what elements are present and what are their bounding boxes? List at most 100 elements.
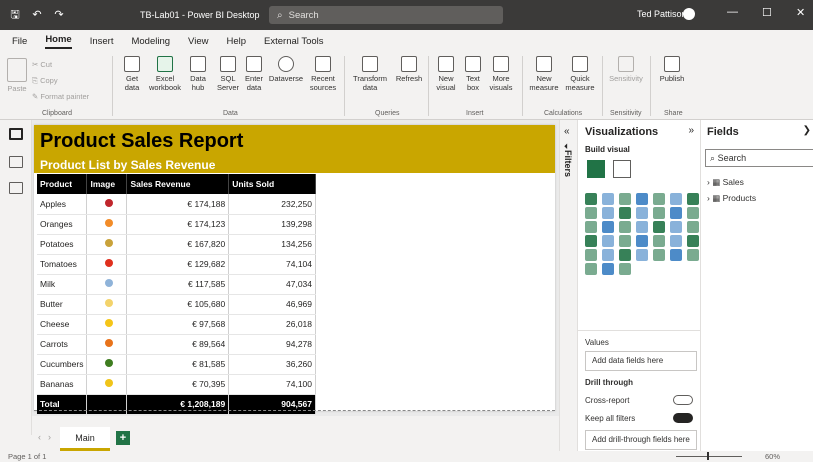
- menu-view[interactable]: View: [188, 36, 208, 47]
- visual-type-icon[interactable]: [670, 235, 682, 247]
- menu-help[interactable]: Help: [226, 36, 246, 47]
- close-icon[interactable]: ✕: [796, 6, 805, 19]
- table-row[interactable]: Tomatoes € 129,682 74,104: [37, 254, 316, 275]
- tab-main[interactable]: Main: [60, 427, 110, 451]
- zoom-slider[interactable]: [676, 456, 742, 457]
- filters-pane[interactable]: « ⏴ Filters: [559, 120, 577, 455]
- cut-button[interactable]: ✂ Cut: [32, 60, 52, 69]
- visual-type-icon[interactable]: [670, 193, 682, 205]
- close-fields-icon[interactable]: ❯: [803, 125, 811, 136]
- save-icon[interactable]: 🖫: [8, 8, 22, 22]
- more-visuals-button[interactable]: More visuals: [486, 56, 516, 92]
- visual-type-icon[interactable]: [619, 249, 631, 261]
- cross-report-toggle[interactable]: [673, 395, 693, 405]
- report-view-icon[interactable]: [9, 128, 23, 140]
- recent-sources-button[interactable]: Recent sources: [306, 56, 340, 92]
- table-row[interactable]: Apples € 174,188 232,250: [37, 194, 316, 215]
- table-row[interactable]: Cucumbers € 81,585 36,260: [37, 354, 316, 375]
- visual-type-icon[interactable]: [585, 207, 597, 219]
- visual-type-icon[interactable]: [687, 207, 699, 219]
- product-table[interactable]: Product Image Sales Revenue Units Sold A…: [37, 174, 316, 415]
- format-visual-tab-icon[interactable]: [613, 160, 631, 178]
- visual-type-icon[interactable]: [653, 221, 665, 233]
- visual-type-icon[interactable]: [619, 221, 631, 233]
- menu-external-tools[interactable]: External Tools: [264, 36, 324, 47]
- table-row[interactable]: Oranges € 174,123 139,298: [37, 214, 316, 235]
- visual-type-icon[interactable]: [585, 263, 597, 275]
- visual-type-icon[interactable]: [602, 193, 614, 205]
- redo-icon[interactable]: ↷: [52, 8, 66, 22]
- format-painter-button[interactable]: ✎ Format painter: [32, 92, 89, 101]
- refresh-button[interactable]: Refresh: [394, 56, 424, 83]
- visual-type-icon[interactable]: [602, 249, 614, 261]
- visual-type-icon[interactable]: [619, 235, 631, 247]
- drill-through-well[interactable]: Add drill-through fields here: [585, 430, 697, 450]
- menu-file[interactable]: File: [12, 36, 27, 47]
- visual-type-icon[interactable]: [619, 207, 631, 219]
- undo-icon[interactable]: ↶: [30, 8, 44, 22]
- visual-type-icon[interactable]: [670, 249, 682, 261]
- paste-button[interactable]: Paste: [4, 58, 30, 93]
- title-search-box[interactable]: ⌕ Search: [269, 6, 503, 24]
- visual-type-icon[interactable]: [602, 263, 614, 275]
- visual-type-icon[interactable]: [636, 235, 648, 247]
- col-image[interactable]: Image: [86, 174, 128, 194]
- table-view-icon[interactable]: [9, 156, 23, 168]
- publish-button[interactable]: Publish: [655, 56, 689, 83]
- avatar[interactable]: [683, 8, 695, 20]
- col-product[interactable]: Product: [37, 174, 88, 194]
- visual-type-icon[interactable]: [687, 249, 699, 261]
- quick-measure-button[interactable]: Quick measure: [562, 56, 598, 92]
- sql-server-button[interactable]: SQL Server: [214, 56, 242, 92]
- table-node-sales[interactable]: › ▦ Sales: [707, 177, 744, 188]
- visual-type-icon[interactable]: [636, 249, 648, 261]
- minimize-icon[interactable]: —: [727, 6, 738, 18]
- visual-type-icon[interactable]: [585, 193, 597, 205]
- new-measure-button[interactable]: New measure: [526, 56, 562, 92]
- visual-type-icon[interactable]: [602, 207, 614, 219]
- copy-button[interactable]: ⎘ Copy: [32, 76, 58, 86]
- visual-type-icon[interactable]: [636, 193, 648, 205]
- new-visual-button[interactable]: New visual: [432, 56, 460, 92]
- table-row[interactable]: Milk € 117,585 47,034: [37, 274, 316, 295]
- data-hub-button[interactable]: Data hub: [184, 56, 212, 92]
- visual-type-icon[interactable]: [585, 249, 597, 261]
- user-name[interactable]: Ted Pattison: [637, 9, 687, 19]
- build-visual-tab-icon[interactable]: [587, 160, 605, 178]
- collapse-icon[interactable]: «: [564, 126, 570, 137]
- report-canvas[interactable]: Product Sales Report Product List by Sal…: [32, 120, 559, 416]
- visual-type-icon[interactable]: [619, 193, 631, 205]
- visual-type-icon[interactable]: [585, 235, 597, 247]
- table-row[interactable]: Potatoes € 167,820 134,256: [37, 234, 316, 255]
- visual-type-icon[interactable]: [636, 207, 648, 219]
- zoom-thumb[interactable]: [707, 452, 709, 460]
- visual-type-icon[interactable]: [670, 207, 682, 219]
- sensitivity-button[interactable]: Sensitivity: [606, 56, 646, 83]
- keep-filters-toggle[interactable]: [673, 413, 693, 423]
- visual-type-icon[interactable]: [602, 235, 614, 247]
- table-row[interactable]: Carrots € 89,564 94,278: [37, 334, 316, 355]
- expand-icon[interactable]: »: [688, 125, 694, 136]
- table-node-products[interactable]: › ▦ Products: [707, 193, 756, 204]
- next-page-icon[interactable]: ›: [48, 432, 51, 442]
- table-row[interactable]: Cheese € 97,568 26,018: [37, 314, 316, 335]
- visual-type-icon[interactable]: [653, 193, 665, 205]
- visual-type-icon[interactable]: [653, 249, 665, 261]
- transform-data-button[interactable]: Transform data: [348, 56, 392, 92]
- col-sales-revenue[interactable]: Sales Revenue: [126, 174, 230, 194]
- menu-modeling[interactable]: Modeling: [131, 36, 170, 47]
- fields-search-input[interactable]: ⌕ Search: [705, 149, 813, 167]
- visual-type-icon[interactable]: [687, 235, 699, 247]
- add-page-button[interactable]: +: [116, 431, 130, 445]
- dataverse-button[interactable]: Dataverse: [266, 56, 306, 83]
- text-box-button[interactable]: Text box: [462, 56, 484, 92]
- menu-insert[interactable]: Insert: [90, 36, 114, 47]
- visual-type-icon[interactable]: [687, 193, 699, 205]
- visual-type-icon[interactable]: [653, 235, 665, 247]
- visual-type-icon[interactable]: [670, 221, 682, 233]
- report-page[interactable]: Product Sales Report Product List by Sal…: [34, 125, 555, 415]
- visual-type-icon[interactable]: [687, 221, 699, 233]
- visual-type-icon[interactable]: [585, 221, 597, 233]
- visual-type-icon[interactable]: [619, 263, 631, 275]
- visual-type-icon[interactable]: [653, 207, 665, 219]
